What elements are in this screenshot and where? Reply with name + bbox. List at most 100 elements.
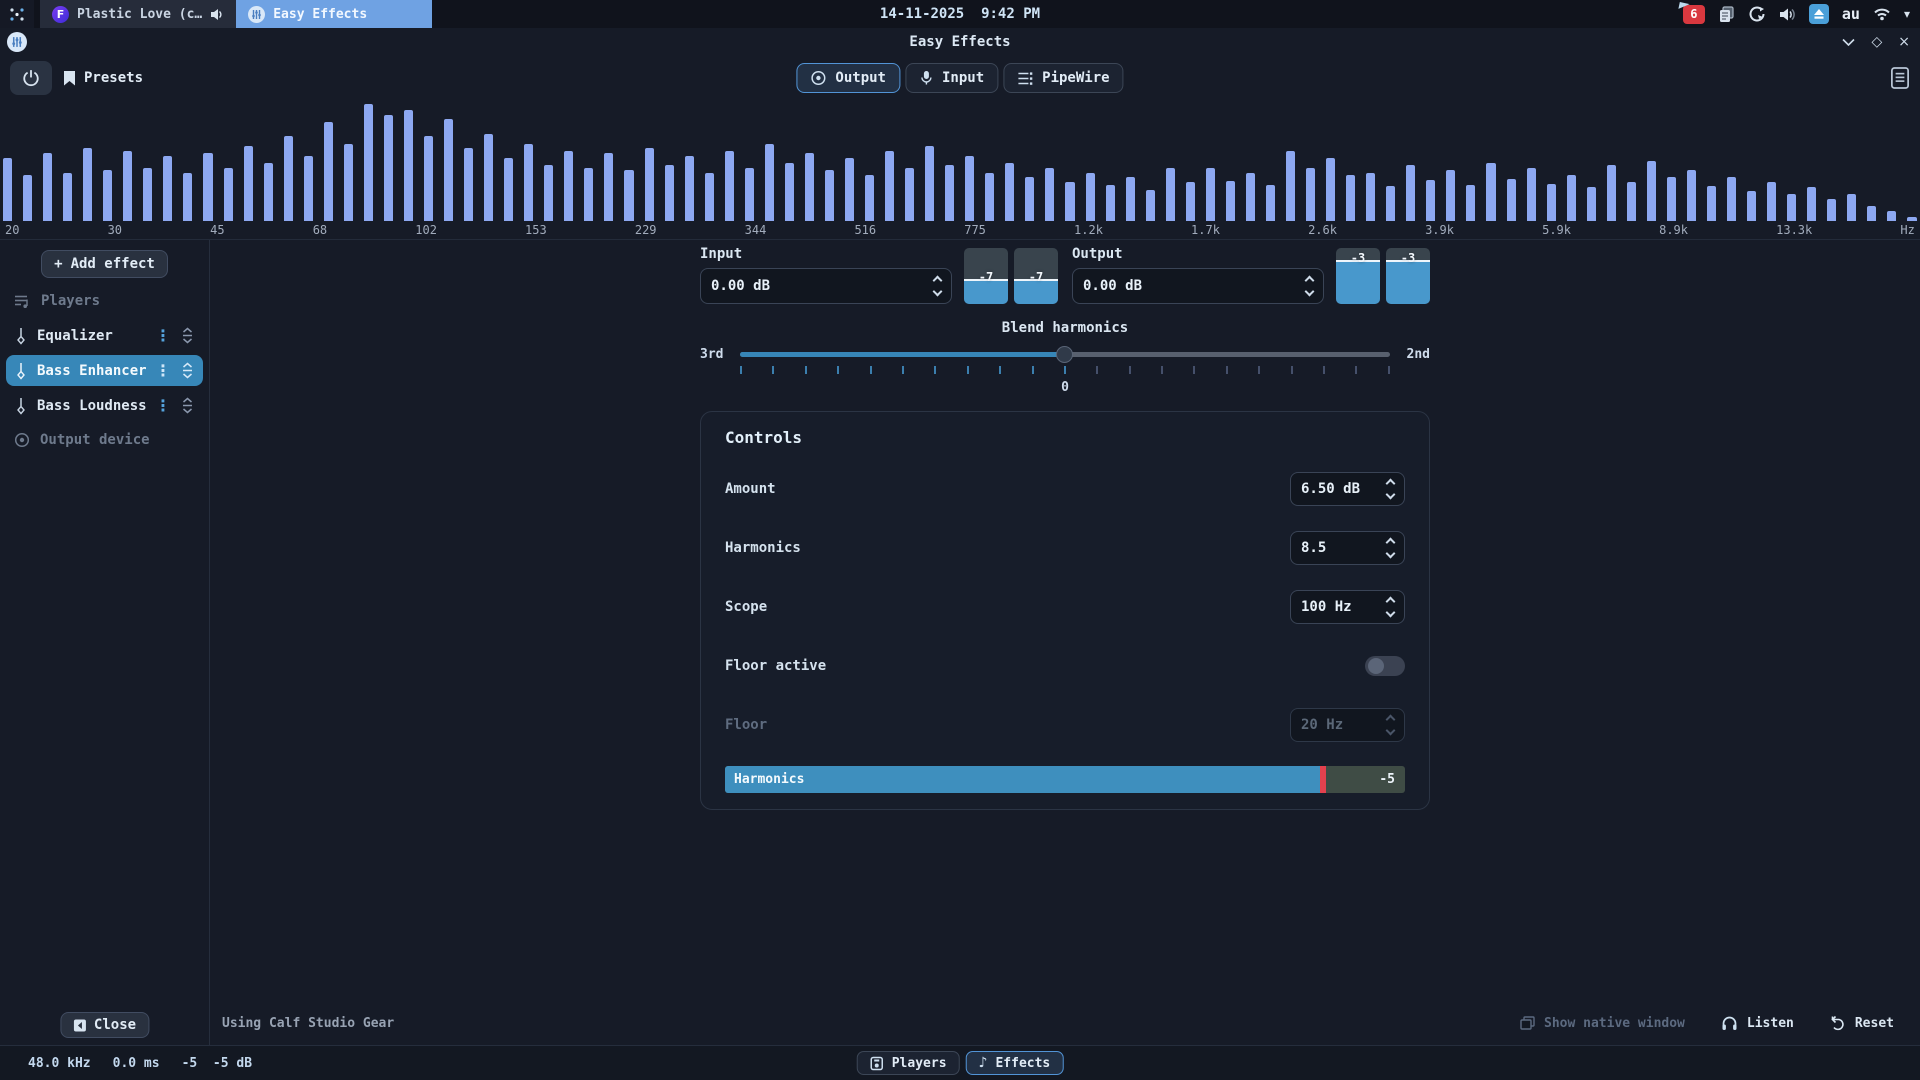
effect-menu-icon[interactable]: ⋮	[149, 396, 177, 415]
slider-tick	[1096, 366, 1098, 374]
maximize-icon[interactable]: ◇	[1871, 35, 1882, 49]
sample-rate: 48.0 kHz	[28, 1056, 91, 1071]
spectrum-bar	[1727, 177, 1736, 221]
spin-down-icon[interactable]	[1386, 608, 1396, 618]
notes-log-icon[interactable]	[1890, 66, 1910, 90]
spectrum-bar	[284, 136, 293, 221]
spectrum-bar	[224, 168, 233, 221]
spectrum-bar	[1206, 168, 1215, 221]
tab-input[interactable]: Input	[905, 63, 998, 93]
close-button[interactable]: Close	[60, 1012, 149, 1038]
easy-effects-window: Easy Effects ◇ × Presets	[0, 28, 1920, 1080]
playlist-music-icon	[14, 294, 31, 309]
spin-up-icon[interactable]	[1386, 597, 1396, 607]
speaker-icon	[210, 8, 224, 21]
add-effect-button[interactable]: + Add effect	[41, 250, 168, 278]
spin-down-icon	[1386, 726, 1396, 736]
input-gain-spinbox[interactable]: 0.00 dB	[700, 268, 952, 304]
spectrum-bar	[1627, 182, 1636, 221]
scope-spinbox[interactable]: 100 Hz	[1290, 590, 1405, 624]
volume-icon[interactable]	[1779, 7, 1796, 22]
blend-ticks	[740, 366, 1390, 374]
output-gain-spinbox[interactable]: 0.00 dB	[1072, 268, 1324, 304]
effect-row-bass-enhancer[interactable]: Bass Enhancer ⋮	[6, 355, 203, 386]
eject-icon[interactable]	[1809, 4, 1829, 24]
output-device-row[interactable]: Output device	[0, 425, 209, 455]
tab-pipewire[interactable]: PipeWire	[1003, 63, 1123, 93]
tab-output[interactable]: Output	[796, 63, 900, 93]
power-icon	[22, 69, 40, 87]
effect-menu-icon[interactable]: ⋮	[149, 326, 177, 345]
tab-players[interactable]: Players	[857, 1051, 960, 1075]
system-taskbar: F Plastic Love (c… Easy Effects 14-11-20…	[0, 0, 1920, 28]
notification-badge-icon[interactable]: 6	[1683, 5, 1705, 24]
controls-card: Controls Amount 6.50 dB Harmonics 8.5	[700, 411, 1430, 810]
spectrum-bar	[1246, 173, 1255, 221]
spectrum-bar	[985, 173, 994, 221]
amount-spinbox[interactable]: 6.50 dB	[1290, 472, 1405, 506]
players-section-row[interactable]: Players	[0, 286, 209, 316]
slider-tick	[934, 366, 936, 374]
drag-handle-icon[interactable]	[181, 362, 194, 379]
tray-chevron-down-icon[interactable]: ▾	[1904, 7, 1910, 21]
spectrum-bar	[1146, 190, 1155, 221]
spectrum-bar	[544, 165, 553, 221]
effect-row-bass-loudness[interactable]: Bass Loudness ⋮	[6, 390, 203, 421]
spin-down-icon[interactable]	[1386, 490, 1396, 500]
harmonics-level-meter: Harmonics -5	[725, 766, 1405, 793]
easy-effects-app-icon	[7, 32, 27, 52]
reset-button[interactable]: Reset	[1830, 1015, 1894, 1031]
speaker-driver-icon	[14, 432, 30, 448]
spin-down-icon[interactable]	[1305, 287, 1315, 297]
spectrum-bar	[925, 146, 934, 221]
latency: 0.0 ms	[113, 1056, 160, 1071]
taskbar-tab-easy-effects[interactable]: Easy Effects	[236, 0, 432, 28]
tab-effects[interactable]: ♪ Effects	[966, 1051, 1064, 1075]
output-level-meter-left: -3	[1336, 248, 1380, 304]
blend-slider[interactable]	[740, 346, 1390, 362]
spectrum-bar	[1086, 173, 1095, 221]
clipboard-icon[interactable]	[1718, 6, 1735, 23]
effect-menu-icon[interactable]: ⋮	[149, 361, 177, 380]
presets-button[interactable]: Presets	[54, 64, 153, 92]
close-window-icon[interactable]: ×	[1898, 35, 1910, 49]
spin-down-icon[interactable]	[1386, 549, 1396, 559]
listen-button[interactable]: Listen	[1721, 1015, 1794, 1031]
scope-row: Scope 100 Hz	[725, 590, 1405, 624]
spectrum-bar	[624, 170, 633, 221]
launcher-icon[interactable]	[0, 0, 34, 28]
keyboard-layout-indicator[interactable]: au	[1842, 5, 1860, 23]
drag-handle-icon[interactable]	[181, 397, 194, 414]
spectrum-bar	[1186, 182, 1195, 221]
screen-record-icon[interactable]	[1748, 5, 1766, 23]
global-bypass-button[interactable]	[10, 61, 52, 95]
spectrum-bar	[1426, 180, 1435, 221]
plugin-icon	[15, 327, 27, 345]
spectrum-bar	[1486, 163, 1495, 221]
spin-up-icon[interactable]	[933, 276, 943, 286]
blend-value: 0	[700, 380, 1430, 395]
output-level-meter-right: -3	[1386, 248, 1430, 304]
wifi-icon[interactable]	[1873, 7, 1891, 21]
spin-down-icon[interactable]	[933, 287, 943, 297]
spin-up-icon[interactable]	[1305, 276, 1315, 286]
spin-up-icon[interactable]	[1386, 538, 1396, 548]
show-native-window-button[interactable]: Show native window	[1520, 1016, 1685, 1031]
spectrum-bar	[1326, 158, 1335, 221]
slider-handle[interactable]	[1056, 346, 1073, 363]
spin-up-icon[interactable]	[1386, 479, 1396, 489]
spectrum-bar	[1787, 194, 1796, 221]
floor-active-toggle[interactable]	[1365, 656, 1405, 676]
harmonics-spinbox[interactable]: 8.5	[1290, 531, 1405, 565]
drag-handle-icon[interactable]	[181, 327, 194, 344]
spectrum-bar	[384, 115, 393, 221]
floor-spinbox[interactable]: 20 Hz	[1290, 708, 1405, 742]
spectrum-bar	[564, 151, 573, 221]
output-group: Output 0.00 dB	[1072, 246, 1324, 304]
spectrum-bar	[1025, 177, 1034, 221]
minimize-icon[interactable]	[1842, 38, 1855, 46]
spectrum-bar	[905, 168, 914, 221]
taskbar-tab-media-player[interactable]: F Plastic Love (c…	[40, 0, 236, 28]
effect-row-equalizer[interactable]: Equalizer ⋮	[6, 320, 203, 351]
input-label: Input	[700, 246, 952, 262]
